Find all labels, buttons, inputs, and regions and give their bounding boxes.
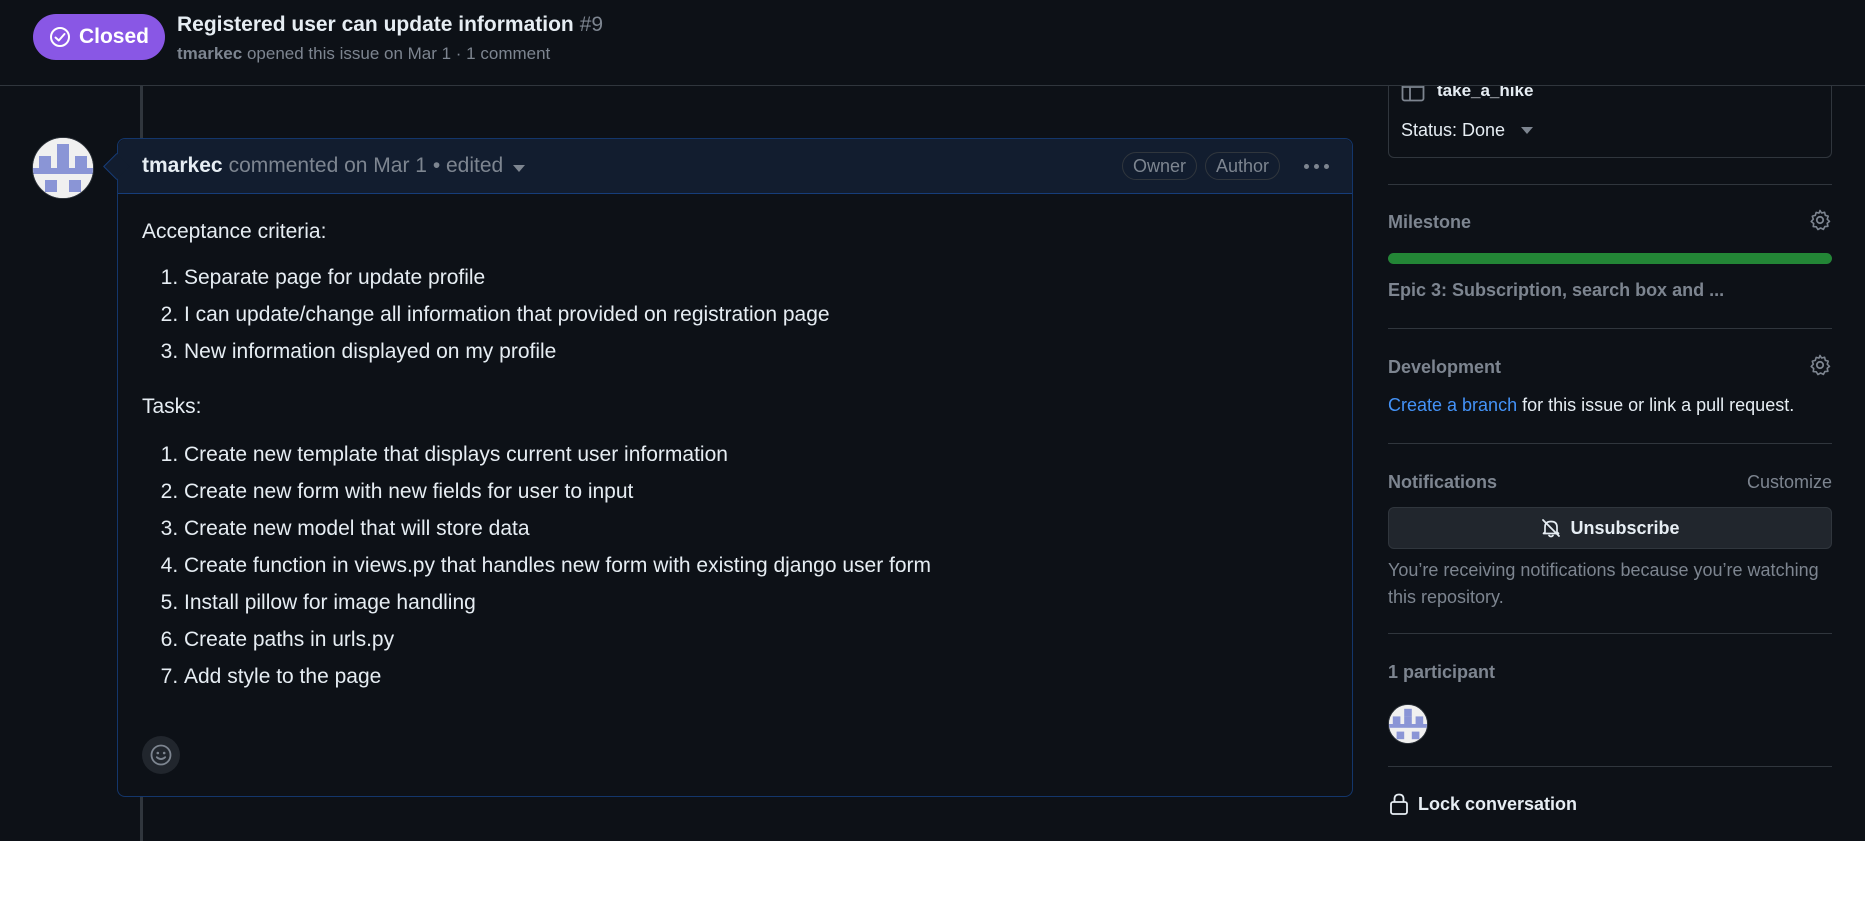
check-circle-icon xyxy=(49,27,70,47)
comment-header: tmarkec commented on Mar 1 • edited Owne… xyxy=(118,139,1352,194)
milestone-heading: Milestone xyxy=(1388,212,1472,232)
divider xyxy=(1388,184,1832,185)
lock-conversation-label: Lock conversation xyxy=(1418,793,1578,814)
milestone-progress-bar xyxy=(1388,253,1832,264)
tasks-list: Create new template that displays curren… xyxy=(142,442,931,701)
list-item: Install pillow for image handling xyxy=(184,590,931,627)
project-status-dropdown[interactable]: Status: Done xyxy=(1401,120,1534,141)
development-suffix: for this issue or link a pull request. xyxy=(1517,395,1795,415)
bell-slash-icon xyxy=(1542,519,1561,538)
comment-author-avatar[interactable] xyxy=(32,137,94,199)
notifications-description: You’re receiving notifications because y… xyxy=(1388,560,1819,607)
list-item: Create new model that will store data xyxy=(184,516,931,553)
list-item: Separate page for update profile xyxy=(184,265,931,302)
edit-history-dropdown-icon[interactable] xyxy=(513,164,526,172)
comment-meta[interactable]: commented on Mar 1 • edited xyxy=(229,154,504,178)
list-item: Create function in views.py that handles… xyxy=(184,553,931,590)
comment-options-kebab-icon[interactable] xyxy=(1298,153,1334,179)
divider xyxy=(1388,328,1832,329)
customize-notifications-link[interactable]: Customize xyxy=(1747,472,1832,493)
issue-sidebar: take_a_hike Status: Done Milestone Epic … xyxy=(1388,0,1832,841)
participant-avatar[interactable] xyxy=(1388,704,1428,744)
development-text: Create a branch for this issue or link a… xyxy=(1388,395,1794,416)
unsubscribe-button[interactable]: Unsubscribe xyxy=(1388,507,1832,549)
participants-heading: 1 participant xyxy=(1388,662,1496,682)
author-badge: Author xyxy=(1204,152,1280,180)
issue-number: #9 xyxy=(579,13,604,36)
comment-body: Acceptance criteria: Separate page for u… xyxy=(142,219,931,701)
unsubscribe-label: Unsubscribe xyxy=(1570,517,1680,538)
create-branch-link[interactable]: Create a branch xyxy=(1388,395,1517,415)
comment-badges: Owner Author xyxy=(1121,152,1280,180)
list-item: New information displayed on my profile xyxy=(184,339,931,376)
issue-title: Registered user can update information #9 xyxy=(177,13,603,37)
identicon-avatar xyxy=(1389,705,1427,743)
issue-title-text: Registered user can update information xyxy=(177,13,574,36)
notifications-heading: Notifications xyxy=(1388,472,1498,492)
issue-page: Closed Registered user can update inform… xyxy=(0,0,1865,841)
milestone-link[interactable]: Epic 3: Subscription, search box and ... xyxy=(1388,280,1724,301)
project-status-label: Status: Done xyxy=(1401,120,1506,140)
divider xyxy=(1388,766,1832,767)
list-item: Add style to the page xyxy=(184,664,931,701)
comment-author-link[interactable]: tmarkec xyxy=(142,154,223,178)
smiley-icon xyxy=(150,744,172,766)
list-item: Create paths in urls.py xyxy=(184,627,931,664)
list-item: Create new form with new fields for user… xyxy=(184,479,931,516)
issue-meta-text: opened this issue on Mar 1 · 1 comment xyxy=(246,44,551,63)
lock-icon xyxy=(1390,793,1408,815)
acceptance-criteria-heading: Acceptance criteria: xyxy=(142,220,327,243)
acceptance-criteria-list: Separate page for update profile I can u… xyxy=(142,265,931,376)
issue-meta: tmarkec opened this issue on Mar 1 · 1 c… xyxy=(177,44,550,64)
development-gear-icon[interactable] xyxy=(1808,353,1832,377)
owner-badge: Owner xyxy=(1121,152,1197,180)
chevron-down-icon xyxy=(1521,127,1534,134)
state-label: Closed xyxy=(78,25,149,48)
divider xyxy=(1388,443,1832,444)
divider xyxy=(1388,633,1832,634)
issue-author-link[interactable]: tmarkec xyxy=(177,44,242,63)
closed-state-badge: Closed xyxy=(33,14,165,60)
development-heading: Development xyxy=(1388,357,1502,377)
lock-conversation-button[interactable]: Lock conversation xyxy=(1388,792,1577,816)
sticky-issue-header: Closed Registered user can update inform… xyxy=(0,0,1865,86)
tasks-heading: Tasks: xyxy=(142,395,202,418)
list-item: I can update/change all information that… xyxy=(184,302,931,339)
identicon-avatar xyxy=(33,138,93,198)
milestone-gear-icon[interactable] xyxy=(1808,208,1832,232)
milestone-progress-fill xyxy=(1388,253,1832,264)
list-item: Create new template that displays curren… xyxy=(184,442,931,479)
add-reaction-button[interactable] xyxy=(142,736,180,774)
issue-comment: tmarkec commented on Mar 1 • edited Owne… xyxy=(117,138,1353,797)
